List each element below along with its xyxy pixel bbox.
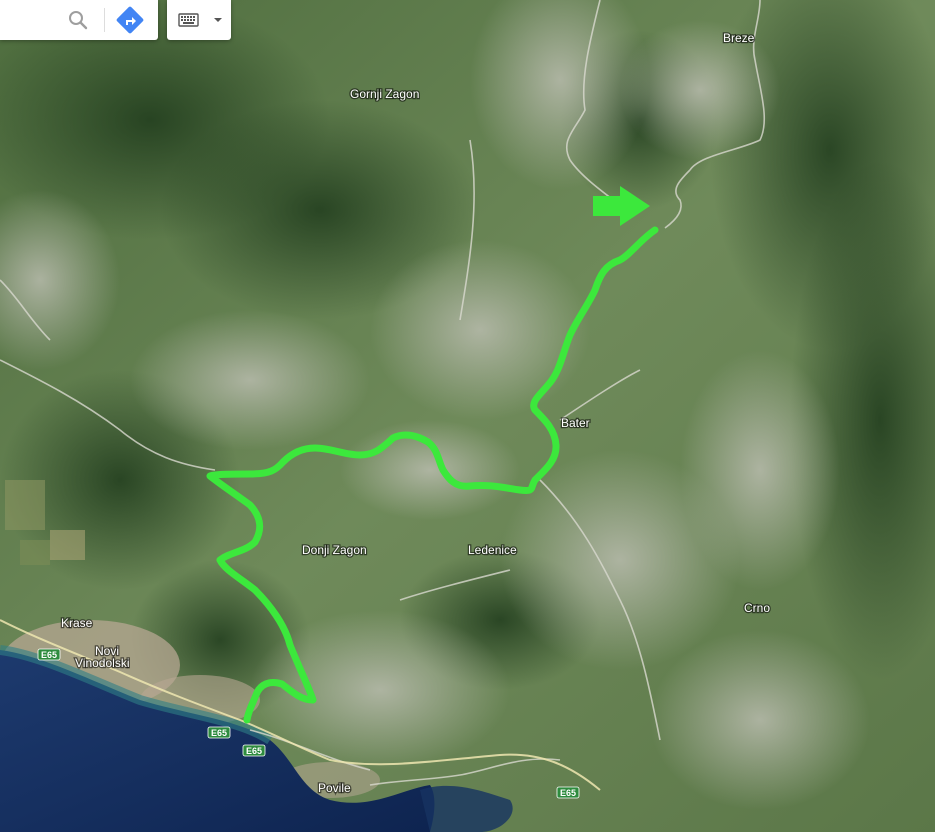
search-button[interactable] xyxy=(62,5,94,35)
place-label-povile[interactable]: Povile xyxy=(317,780,353,797)
keyboard-dropdown-button[interactable] xyxy=(207,5,229,35)
search-input[interactable] xyxy=(0,0,59,42)
svg-text:E65: E65 xyxy=(211,728,227,738)
keyboard-button[interactable] xyxy=(171,5,205,35)
svg-text:E65: E65 xyxy=(41,650,57,660)
road-shield-e65: E65 xyxy=(242,744,266,757)
keyboard-control xyxy=(167,0,231,40)
place-label-bater[interactable]: Bater xyxy=(560,415,591,432)
place-label-ledenice[interactable]: Ledenice xyxy=(467,542,519,559)
place-label-krase[interactable]: Krase xyxy=(60,615,94,632)
svg-text:E65: E65 xyxy=(246,746,262,756)
directions-icon xyxy=(116,6,144,34)
search-icon xyxy=(69,11,88,30)
satellite-map[interactable]: Breze Gornji Zagon Bater Donji Zagon Led… xyxy=(0,0,935,832)
place-label-breze[interactable]: Breze xyxy=(722,30,756,47)
chevron-down-icon xyxy=(214,18,222,22)
separator xyxy=(104,8,105,32)
place-label-crno[interactable]: Crno xyxy=(743,600,772,617)
road-shield-e65: E65 xyxy=(556,786,580,799)
place-label-donji-zagon[interactable]: Donji Zagon xyxy=(301,542,368,559)
search-box xyxy=(0,0,158,42)
road-shield-e65: E65 xyxy=(207,726,231,739)
directions-button[interactable] xyxy=(114,5,146,35)
place-label-gornji-zagon[interactable]: Gornji Zagon xyxy=(349,86,421,103)
road-shield-e65: E65 xyxy=(37,648,61,661)
svg-text:E65: E65 xyxy=(560,788,576,798)
place-label-vinodolski[interactable]: Vinodolski xyxy=(74,655,131,672)
keyboard-icon xyxy=(178,13,199,27)
